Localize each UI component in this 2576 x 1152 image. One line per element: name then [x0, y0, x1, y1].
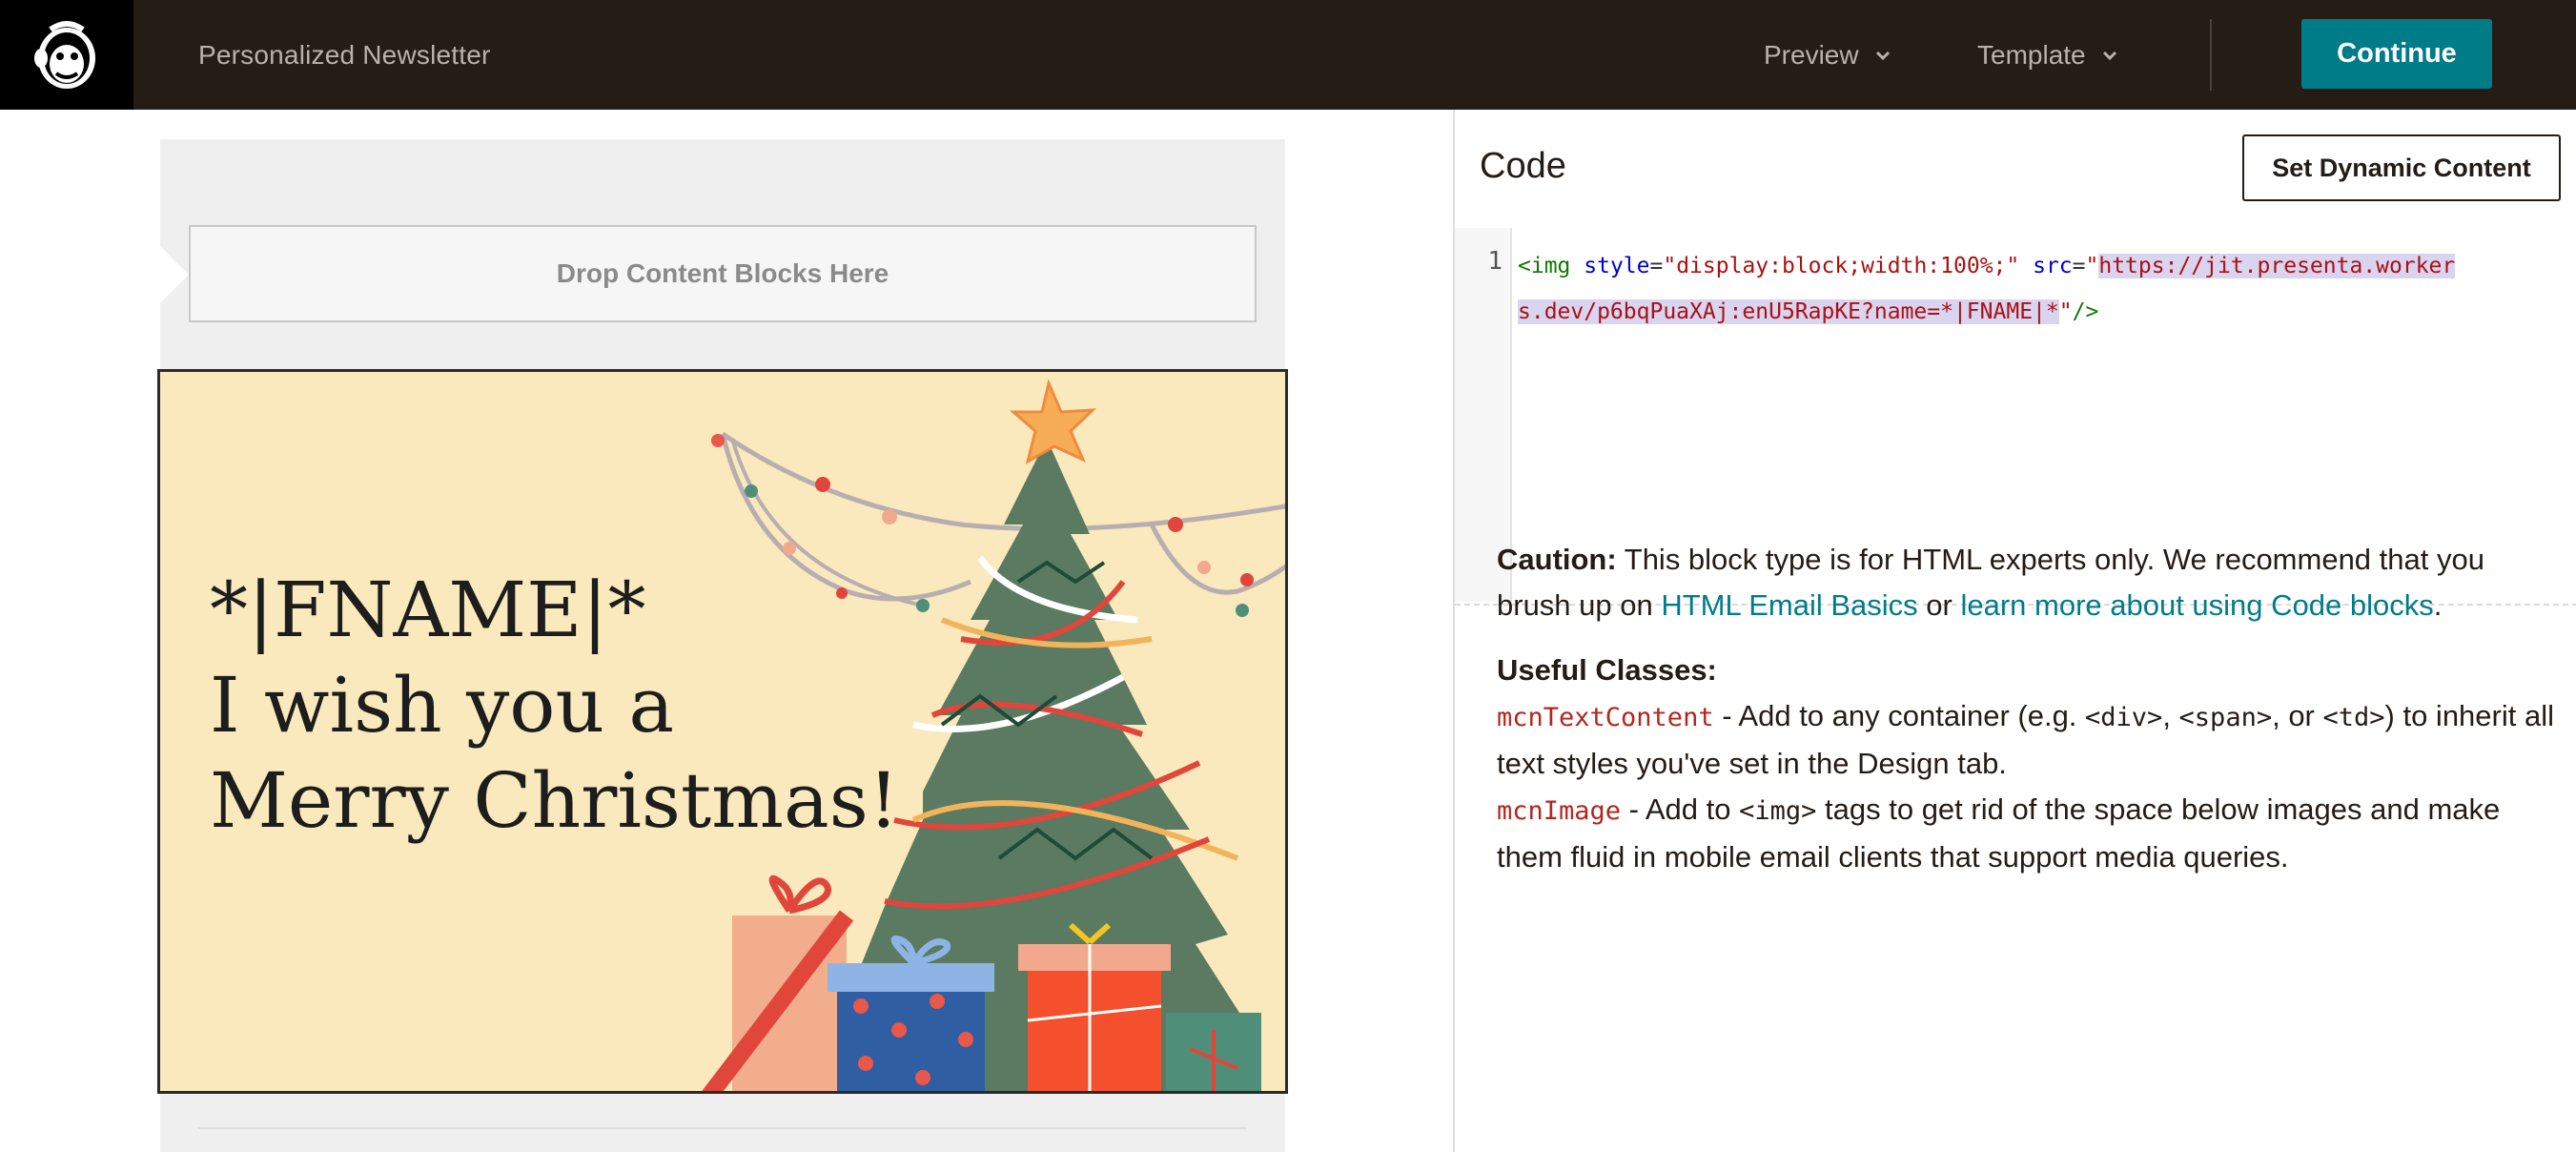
- chevron-down-icon: [1875, 51, 1890, 60]
- top-bar: Personalized Newsletter Preview Template…: [0, 0, 2576, 110]
- template-menu-button[interactable]: Template: [1977, 0, 2120, 110]
- code-eq: =: [2072, 254, 2086, 278]
- class-name: mcnTextContent: [1497, 703, 1714, 732]
- tree-star: [1009, 379, 1096, 465]
- code-attr-style: style: [1584, 254, 1650, 278]
- code-quote: ": [2058, 299, 2073, 324]
- preview-menu-button[interactable]: Preview: [1764, 0, 1893, 110]
- separator: ,: [2162, 699, 2179, 732]
- code-style-value: "display:block;width:100%;": [1663, 254, 2020, 278]
- header-divider: [2210, 19, 2212, 91]
- tag-img: <img>: [1739, 796, 1817, 826]
- code-attr-src: src: [2033, 254, 2073, 278]
- code-blocks-link[interactable]: learn more about using Code blocks: [1960, 588, 2433, 622]
- code-block-help: Caution: This block type is for HTML exp…: [1497, 537, 2555, 880]
- line-number: 1: [1487, 247, 1503, 276]
- code-eq: =: [1649, 254, 1664, 278]
- class-mcntextcontent: mcnTextContent - Add to any container (e…: [1497, 693, 2555, 787]
- chevron-down-icon: [2102, 51, 2116, 60]
- class-desc: - Add to: [1621, 792, 1740, 826]
- code-tag-close: />: [2072, 299, 2099, 324]
- campaign-title[interactable]: Personalized Newsletter: [198, 0, 491, 110]
- or-text: or: [1917, 588, 1961, 622]
- caution-label: Caution:: [1497, 543, 1617, 576]
- continue-button[interactable]: Continue: [2301, 19, 2492, 89]
- class-desc: - Add to any container (e.g.: [1713, 699, 2086, 732]
- garland-right: [1149, 523, 1285, 595]
- code-editor-panel: Code Set Dynamic Content 1 <img style="d…: [1453, 110, 2576, 1152]
- code-content[interactable]: <img style="display:block;width:100%;" s…: [1518, 243, 2576, 335]
- tag-span: <span>: [2178, 703, 2273, 732]
- code-src-selected: https://jit.presenta.worker: [2098, 254, 2456, 278]
- code-line-1-wrap: s.dev/p6bqPuaXAj:enU5RapKE?name=*|FNAME|…: [1518, 289, 2576, 335]
- useful-classes-heading: Useful Classes:: [1497, 653, 1717, 687]
- caution-paragraph: Caution: This block type is for HTML exp…: [1497, 537, 2555, 628]
- code-tag-open: <img: [1518, 254, 1571, 278]
- freddie-monkey-icon: [34, 20, 95, 89]
- drop-content-zone[interactable]: Drop Content Blocks Here: [189, 225, 1257, 322]
- garland-top: [721, 431, 1285, 531]
- class-mcnimage: mcnImage - Add to <img> tags to get rid …: [1497, 787, 2555, 880]
- code-quote: ": [2085, 254, 2099, 278]
- christmas-card-image[interactable]: *|FNAME|* I wish you a Merry Christmas!: [157, 369, 1288, 1094]
- preview-label: Preview: [1764, 40, 1859, 70]
- christmas-tree-illustration: [702, 379, 1285, 1091]
- canvas-divider: [198, 1127, 1247, 1129]
- tag-div: <div>: [2085, 703, 2163, 732]
- template-label: Template: [1977, 40, 2086, 70]
- set-dynamic-content-button[interactable]: Set Dynamic Content: [2242, 134, 2561, 201]
- code-panel-title: Code: [1480, 146, 1566, 186]
- class-name: mcnImage: [1497, 796, 1622, 826]
- code-line-1: <img style="display:block;width:100%;" s…: [1518, 243, 2576, 289]
- drop-zone-notch: [160, 246, 189, 303]
- tag-td: <td>: [2322, 703, 2385, 732]
- html-email-basics-link[interactable]: HTML Email Basics: [1661, 588, 1917, 622]
- separator: , or: [2272, 699, 2323, 732]
- gift-red: [1028, 965, 1161, 1091]
- mailchimp-logo[interactable]: [0, 0, 133, 110]
- period: .: [2433, 588, 2443, 622]
- code-src-selected: s.dev/p6bqPuaXAj:enU5RapKE?name=*|FNAME|…: [1518, 299, 2059, 324]
